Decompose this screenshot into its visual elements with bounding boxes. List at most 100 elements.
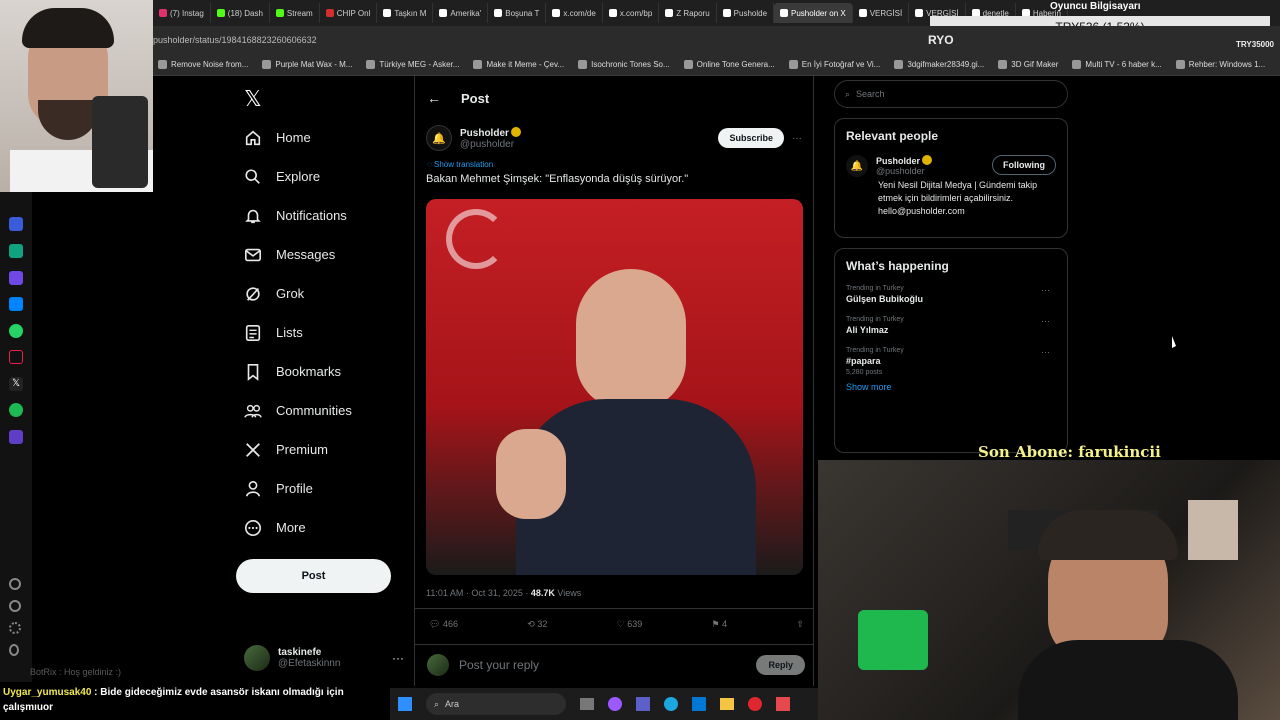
show-translation-link[interactable]: ◌ Show translation <box>415 156 813 169</box>
chat-user: BotRix <box>30 667 57 677</box>
bulb-icon[interactable] <box>9 644 19 656</box>
app-icon[interactable] <box>776 697 790 711</box>
heart-icon[interactable] <box>9 578 21 590</box>
whatsapp-icon[interactable] <box>9 324 23 338</box>
browser-tab[interactable]: Taşkın M <box>377 3 434 23</box>
explorer-icon[interactable] <box>720 698 734 710</box>
browser-tab[interactable]: Stream <box>270 3 320 23</box>
compose-post-button[interactable]: Post <box>236 559 391 593</box>
nav-item-profile[interactable]: Profile <box>236 469 411 508</box>
bookmark-item[interactable]: Remove Noise from... <box>158 60 248 69</box>
browser-tab[interactable]: CHIP Onl <box>320 3 378 23</box>
clock-icon[interactable] <box>9 600 21 612</box>
nav-item-premium[interactable]: Premium <box>236 430 411 469</box>
reply-button[interactable]: Reply <box>756 655 805 675</box>
author-avatar[interactable]: 🔔 <box>426 125 452 151</box>
browser-tab[interactable]: Pusholde <box>717 3 775 23</box>
browser-tab[interactable]: Amerika' <box>433 3 489 23</box>
browser-tab[interactable]: Pusholder on X <box>774 3 853 23</box>
person-handle[interactable]: @pusholder <box>876 166 932 176</box>
bookmark-item[interactable]: Multi TV - 6 haber k... <box>1072 60 1162 69</box>
more-dots-icon[interactable]: ··· <box>392 651 404 665</box>
copilot-icon[interactable] <box>608 697 622 711</box>
bookmark-item[interactable]: Make it Meme - Çev... <box>473 60 564 69</box>
reply-input[interactable]: Post your reply <box>459 658 539 672</box>
nav-item-bookmarks[interactable]: Bookmarks <box>236 352 411 391</box>
app-icon[interactable] <box>9 271 23 285</box>
store-icon[interactable] <box>692 697 706 711</box>
browser-tab[interactable]: Z Raporu <box>659 3 717 23</box>
tiktok-icon[interactable] <box>9 350 23 364</box>
browser-tab[interactable]: (18) Dash <box>211 3 270 23</box>
chat-text: Hoş geldiniz :) <box>64 667 122 677</box>
trend-more-icon[interactable]: ··· <box>1041 285 1050 295</box>
edge-icon[interactable] <box>664 697 678 711</box>
post-image[interactable] <box>426 199 803 575</box>
browser-tab[interactable]: VERGİSİ <box>853 3 910 23</box>
bell-avatar-icon[interactable]: 🔔 <box>846 155 868 177</box>
subscribe-button[interactable]: Subscribe <box>718 128 784 148</box>
browser-tab[interactable]: x.com/bp <box>603 3 660 23</box>
nav-item-communities[interactable]: Communities <box>236 391 411 430</box>
page-title: Post <box>461 90 490 106</box>
reply-action[interactable]: 💬︎ 466 <box>429 619 458 630</box>
x-app-icon[interactable]: 𝕏 <box>9 377 23 391</box>
bookmark-item[interactable]: Türkiye MEG - Asker... <box>366 60 459 69</box>
back-arrow-icon[interactable]: ← <box>427 90 441 106</box>
windows-start-icon[interactable] <box>398 697 412 711</box>
bookmark-item[interactable]: Isochronic Tones So... <box>578 60 670 69</box>
chatgpt-icon[interactable] <box>9 244 23 258</box>
taskbar-search[interactable]: ⌕ Ara <box>426 693 566 715</box>
nav-item-more[interactable]: More <box>236 508 411 547</box>
repost-action[interactable]: ⟲ 32 <box>527 619 547 630</box>
post-more-icon[interactable]: ··· <box>792 133 802 144</box>
bookmark-item[interactable]: En İyi Fotoğraf ve Vi... <box>788 60 880 69</box>
browser-tab[interactable]: Boşuna T <box>488 3 547 23</box>
trend-more-icon[interactable]: ··· <box>1041 347 1050 357</box>
trend-item[interactable]: Trending in Turkey Gülşen Bubikoğlu ··· <box>846 285 1056 304</box>
tab-label: Pusholder on X <box>791 8 846 18</box>
browser-tab[interactable]: x.com/de <box>546 3 603 23</box>
nav-item-home[interactable]: Home <box>236 118 411 157</box>
messenger-icon[interactable] <box>9 297 23 311</box>
url-text[interactable]: pusholder/status/1984168823260606632 <box>153 35 317 45</box>
bookmark-action[interactable]: ⚑ 4 <box>712 619 728 630</box>
teams-icon[interactable] <box>636 697 650 711</box>
app-icon[interactable] <box>9 430 23 444</box>
bookmark-item[interactable]: Online Tone Genera... <box>683 60 775 69</box>
nav-item-explore[interactable]: Explore <box>236 157 411 196</box>
bookmark-item[interactable]: Purple Mat Wax - M... <box>262 60 352 69</box>
trend-item[interactable]: Trending in Turkey #papara 5,280 posts ··· <box>846 347 1056 376</box>
task-view-icon[interactable] <box>580 698 594 710</box>
bookmark-item[interactable]: Rehber: Windows 1... <box>1175 60 1265 69</box>
author-handle[interactable]: @pusholder <box>460 139 521 150</box>
nav-item-notifications[interactable]: Notifications <box>236 196 411 235</box>
bookmark-item[interactable]: 3D Gif Maker <box>998 60 1058 69</box>
nav-item-messages[interactable]: Messages <box>236 235 411 274</box>
account-switcher[interactable]: taskinefe @Efetaskinnn ··· <box>244 640 404 676</box>
opera-icon[interactable] <box>748 697 762 711</box>
settings-icon[interactable] <box>9 622 21 634</box>
author-name[interactable]: Pusholder <box>460 128 509 139</box>
x-logo-icon[interactable]: 𝕏 <box>244 86 262 112</box>
tab-label: Amerika' <box>450 8 482 18</box>
nav-item-lists[interactable]: Lists <box>236 313 411 352</box>
trend-more-icon[interactable]: ··· <box>1041 316 1050 326</box>
following-button[interactable]: Following <box>992 155 1056 175</box>
search-icon: ⌕ <box>845 88 851 99</box>
search-box[interactable]: ⌕ Search <box>834 80 1068 108</box>
like-action[interactable]: ♡ 639 <box>617 619 643 630</box>
spotify-icon[interactable] <box>9 403 23 417</box>
trend-item[interactable]: Trending in Turkey Ali Yılmaz ··· <box>846 316 1056 335</box>
nav-item-grok[interactable]: Grok <box>236 274 411 313</box>
app-icon[interactable] <box>9 217 23 231</box>
person-name[interactable]: Pusholder <box>876 156 920 166</box>
search-input[interactable]: Search <box>856 89 885 99</box>
bookmark-label: Purple Mat Wax - M... <box>275 60 353 69</box>
home-icon <box>245 130 261 145</box>
browser-tab[interactable]: (7) Instag <box>153 3 211 23</box>
address-bar[interactable]: pusholder/status/1984168823260606632 RYO… <box>153 26 1280 54</box>
bookmark-item[interactable]: 3dgifmaker28349.gi... <box>894 60 984 69</box>
share-icon[interactable]: ⇧ <box>796 619 804 630</box>
show-more-link[interactable]: Show more <box>846 382 1056 392</box>
